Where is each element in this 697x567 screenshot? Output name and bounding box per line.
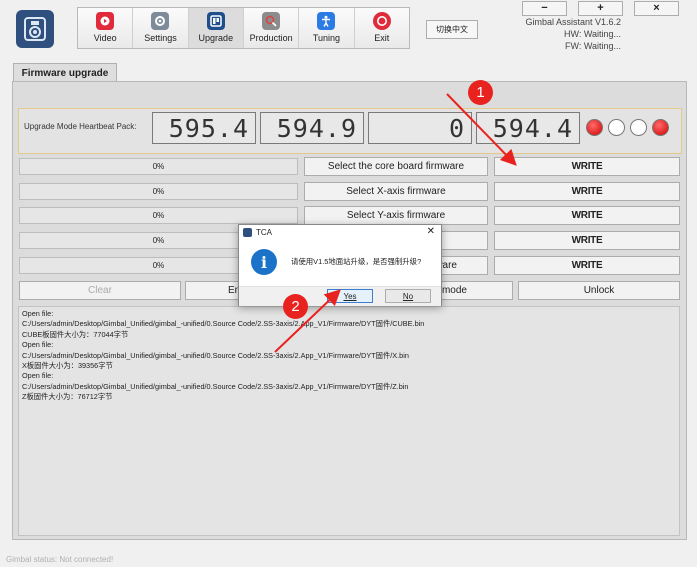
annotation-marker-1: 1 (468, 80, 493, 105)
annotation-arrows (274, 93, 517, 353)
annotation-marker-2: 2 (283, 294, 308, 319)
